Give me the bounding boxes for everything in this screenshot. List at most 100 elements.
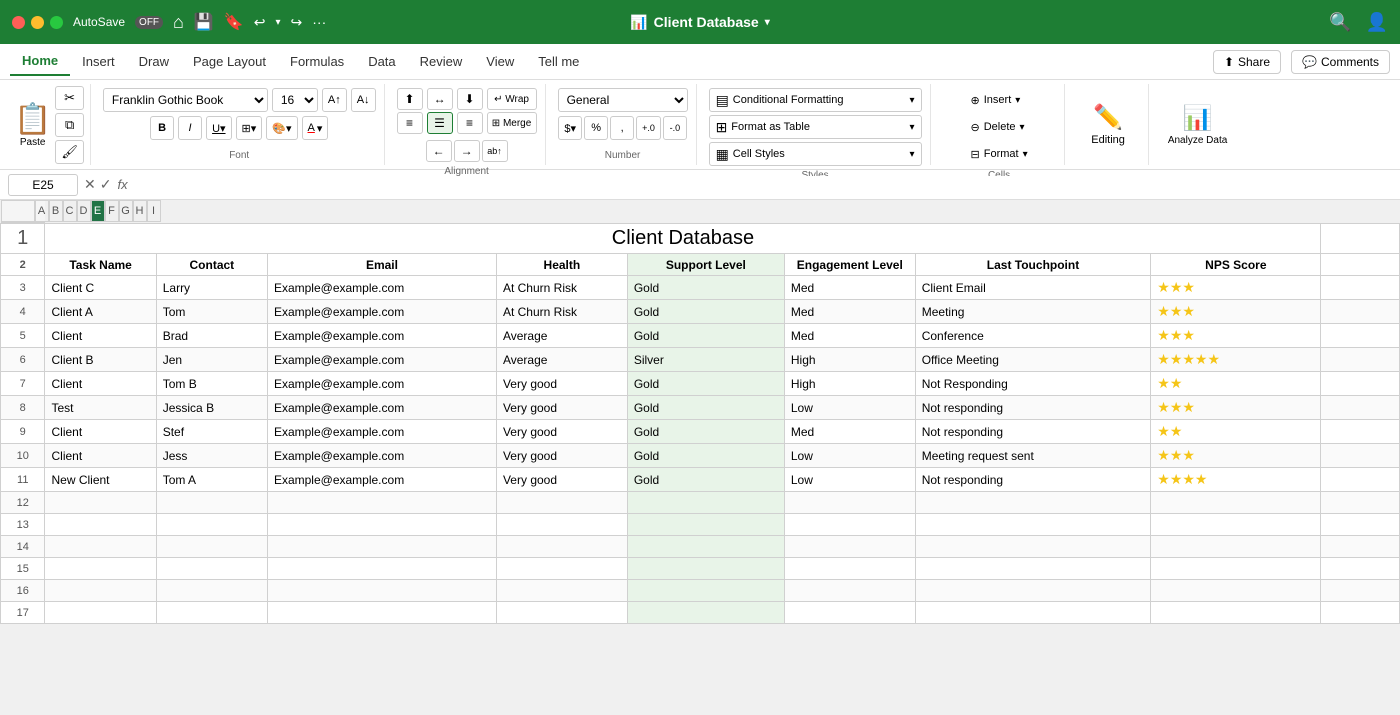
cell-B8[interactable]: Jessica B <box>156 396 267 420</box>
cell-G3[interactable]: Client Email <box>915 276 1151 300</box>
cell-A3[interactable]: Client C <box>45 276 156 300</box>
font-shrink-button[interactable]: A↓ <box>351 88 376 112</box>
cell-C11[interactable]: Example@example.com <box>267 468 496 492</box>
cell-styles-button[interactable]: ▦ Cell Styles ▾ <box>709 142 922 166</box>
cell-C4[interactable]: Example@example.com <box>267 300 496 324</box>
cell-E4[interactable]: Gold <box>627 300 784 324</box>
cell-A7[interactable]: Client <box>45 372 156 396</box>
align-top-button[interactable]: ⬆ <box>397 88 423 110</box>
underline-button[interactable]: U▾ <box>206 116 231 140</box>
cell-B4[interactable]: Tom <box>156 300 267 324</box>
cell-G4[interactable]: Meeting <box>915 300 1151 324</box>
share-button[interactable]: ⬆ Share <box>1213 50 1281 74</box>
format-as-table-button[interactable]: ⊞ Format as Table ▾ <box>709 115 922 139</box>
comments-button[interactable]: 💬 Comments <box>1291 50 1390 74</box>
cell-F8[interactable]: Low <box>784 396 915 420</box>
cell-F9[interactable]: Med <box>784 420 915 444</box>
percent-button[interactable]: % <box>584 116 608 140</box>
cell-D7[interactable]: Very good <box>496 372 627 396</box>
conditional-formatting-button[interactable]: ▤ Conditional Formatting ▾ <box>709 88 922 112</box>
number-format-select[interactable]: General <box>558 88 688 112</box>
cell-H5[interactable]: ★★★ <box>1151 324 1321 348</box>
cell-I1[interactable] <box>1321 224 1400 254</box>
cell-G6[interactable]: Office Meeting <box>915 348 1151 372</box>
cell-D4[interactable]: At Churn Risk <box>496 300 627 324</box>
title-chevron-icon[interactable]: ▾ <box>765 17 770 28</box>
bookmark-icon[interactable]: 🔖 <box>224 12 244 32</box>
tab-view[interactable]: View <box>474 48 526 75</box>
col-header-G[interactable]: G <box>119 200 133 222</box>
cell-C3[interactable]: Example@example.com <box>267 276 496 300</box>
cell-F6[interactable]: High <box>784 348 915 372</box>
cell-F3[interactable]: Med <box>784 276 915 300</box>
cell-B6[interactable]: Jen <box>156 348 267 372</box>
cell-E10[interactable]: Gold <box>627 444 784 468</box>
cell-E9[interactable]: Gold <box>627 420 784 444</box>
cell-H10[interactable]: ★★★ <box>1151 444 1321 468</box>
confirm-formula-button[interactable]: ✓ <box>100 176 112 193</box>
align-left-button[interactable]: ≡ <box>397 112 423 134</box>
col-header-H[interactable]: H <box>133 200 147 222</box>
cell-I3[interactable] <box>1321 276 1400 300</box>
cut-button[interactable]: ✂ <box>55 86 84 110</box>
tab-tell-me[interactable]: Tell me <box>526 48 591 75</box>
bold-button[interactable]: B <box>150 116 174 140</box>
cell-G10[interactable]: Meeting request sent <box>915 444 1151 468</box>
cell-D11[interactable]: Very good <box>496 468 627 492</box>
cell-A6[interactable]: Client B <box>45 348 156 372</box>
cell-D9[interactable]: Very good <box>496 420 627 444</box>
tab-formulas[interactable]: Formulas <box>278 48 356 75</box>
undo-icon[interactable]: ↩ <box>254 14 266 31</box>
delete-cells-button[interactable]: ⊖ Delete ▾ <box>964 115 1035 139</box>
align-bottom-button[interactable]: ⬇ <box>457 88 483 110</box>
copy-button[interactable]: ⧉ <box>55 113 84 137</box>
minimize-button[interactable] <box>31 16 44 29</box>
cell-F5[interactable]: Med <box>784 324 915 348</box>
cell-A11[interactable]: New Client <box>45 468 156 492</box>
undo-dropdown-icon[interactable]: ▾ <box>276 17 281 28</box>
cell-I6[interactable] <box>1321 348 1400 372</box>
home-icon[interactable]: ⌂ <box>173 12 184 33</box>
cell-E7[interactable]: Gold <box>627 372 784 396</box>
cell-C6[interactable]: Example@example.com <box>267 348 496 372</box>
header-task[interactable]: Task Name <box>45 254 156 276</box>
cell-I8[interactable] <box>1321 396 1400 420</box>
font-color-button[interactable]: A▾ <box>302 116 329 140</box>
cell-B3[interactable]: Larry <box>156 276 267 300</box>
search-icon[interactable]: 🔍 <box>1329 12 1351 33</box>
cell-H7[interactable]: ★★ <box>1151 372 1321 396</box>
header-nps[interactable]: NPS Score <box>1151 254 1321 276</box>
header-health[interactable]: Health <box>496 254 627 276</box>
cell-B9[interactable]: Stef <box>156 420 267 444</box>
cell-I9[interactable] <box>1321 420 1400 444</box>
cell-E5[interactable]: Gold <box>627 324 784 348</box>
paste-button[interactable]: 📋 Paste <box>14 102 51 148</box>
cell-A10[interactable]: Client <box>45 444 156 468</box>
cell-I7[interactable] <box>1321 372 1400 396</box>
font-family-select[interactable]: Franklin Gothic Book <box>103 88 268 112</box>
col-header-B[interactable]: B <box>49 200 63 222</box>
align-center-button[interactable]: ☰ <box>427 112 453 134</box>
cell-reference-input[interactable] <box>8 174 78 196</box>
header-engagement[interactable]: Engagement Level <box>784 254 915 276</box>
cell-F11[interactable]: Low <box>784 468 915 492</box>
col-header-C[interactable]: C <box>63 200 77 222</box>
cell-D10[interactable]: Very good <box>496 444 627 468</box>
tab-draw[interactable]: Draw <box>127 48 181 75</box>
cell-E6[interactable]: Silver <box>627 348 784 372</box>
increase-decimal-button[interactable]: +.0 <box>636 116 661 140</box>
tab-page-layout[interactable]: Page Layout <box>181 48 278 75</box>
tab-home[interactable]: Home <box>10 47 70 76</box>
cell-D6[interactable]: Average <box>496 348 627 372</box>
col-header-D[interactable]: D <box>77 200 91 222</box>
header-touchpoint[interactable]: Last Touchpoint <box>915 254 1151 276</box>
cell-B7[interactable]: Tom B <box>156 372 267 396</box>
cell-G8[interactable]: Not responding <box>915 396 1151 420</box>
cell-H6[interactable]: ★★★★★ <box>1151 348 1321 372</box>
tab-review[interactable]: Review <box>408 48 475 75</box>
col-header-I[interactable]: I <box>147 200 161 222</box>
cell-H3[interactable]: ★★★ <box>1151 276 1321 300</box>
cell-A8[interactable]: Test <box>45 396 156 420</box>
borders-button[interactable]: ⊞▾ <box>236 116 263 140</box>
redo-icon[interactable]: ↪ <box>291 14 303 31</box>
